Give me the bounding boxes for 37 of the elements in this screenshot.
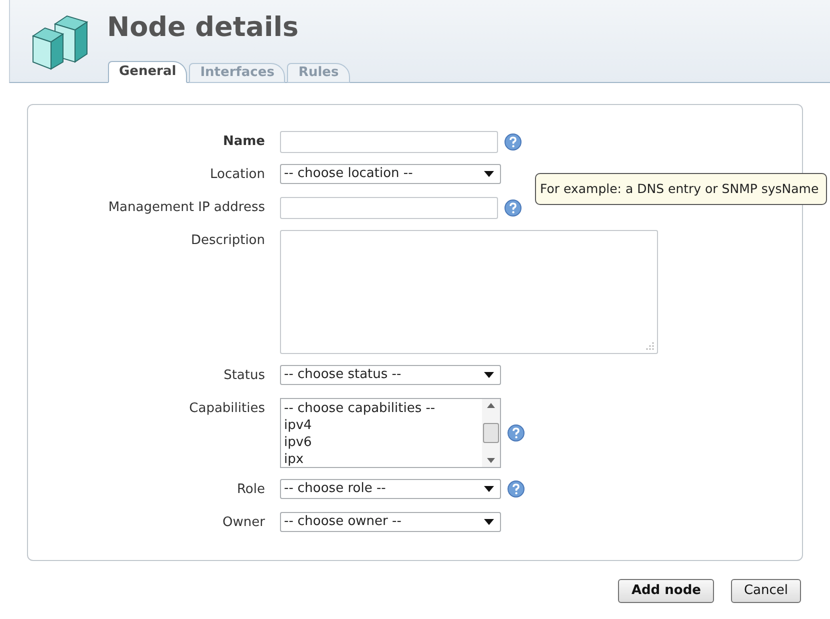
field-label: Description <box>190 232 265 250</box>
list-box[interactable]: -- choose capabilities -- ipv4 ipv6 ipx <box>280 398 501 468</box>
field-label: Capabilities <box>188 400 265 418</box>
caret-icon <box>484 372 494 378</box>
caret-icon <box>484 519 494 525</box>
field-label: Name <box>222 133 265 151</box>
list-option[interactable]: ipv6 <box>284 434 482 451</box>
scrollbar-thumb[interactable] <box>483 423 499 443</box>
page-title: Node details <box>107 14 299 41</box>
dropdown[interactable]: -- choose owner -- <box>280 512 501 532</box>
list-option[interactable]: -- choose capabilities -- <box>284 400 482 417</box>
scrollbar[interactable] <box>482 399 500 467</box>
dropdown[interactable]: -- choose location -- <box>280 164 501 184</box>
field-label: Owner <box>222 514 265 532</box>
help-icon[interactable] <box>504 199 522 217</box>
scroll-up-icon[interactable] <box>487 403 495 408</box>
list-option[interactable]: ipv4 <box>284 417 482 434</box>
caret-icon <box>484 171 494 177</box>
cancel-button[interactable]: Cancel <box>730 579 801 603</box>
input-field[interactable] <box>280 131 498 153</box>
input-field[interactable] <box>280 197 498 219</box>
dropdown[interactable]: -- choose status -- <box>280 365 501 385</box>
scroll-down-icon[interactable] <box>487 458 495 463</box>
field-label: Management IP address <box>107 199 265 217</box>
resize-grip-icon[interactable] <box>646 342 654 350</box>
add-button[interactable]: Add node <box>618 579 714 603</box>
help-icon[interactable] <box>507 424 525 442</box>
tab[interactable]: General <box>108 61 188 83</box>
field-label: Status <box>222 367 265 385</box>
list-option[interactable]: ipx <box>284 451 482 467</box>
caret-icon <box>484 486 494 492</box>
field-label: Role <box>236 481 265 499</box>
dropdown[interactable]: -- choose role -- <box>280 479 501 499</box>
field-label: Location <box>209 166 265 184</box>
help-icon[interactable] <box>507 480 525 498</box>
help-icon[interactable] <box>504 133 522 151</box>
tooltip: For example: a DNS entry or SNMP sysName <box>535 173 827 205</box>
